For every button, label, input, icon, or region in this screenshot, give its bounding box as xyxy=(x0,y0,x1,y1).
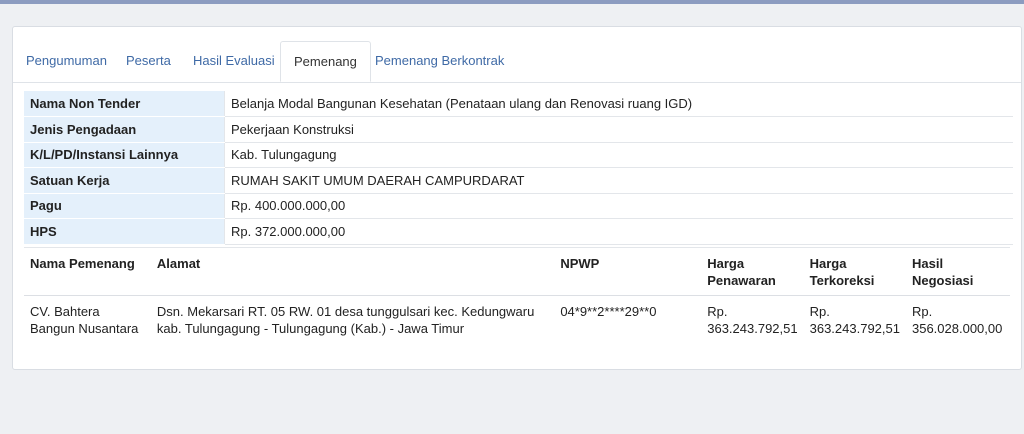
tab-peserta[interactable]: Peserta xyxy=(113,41,184,81)
cell-alamat: Dsn. Mekarsari RT. 05 RW. 01 desa tunggu… xyxy=(156,304,535,336)
info-row-instansi: K/L/PD/Instansi Lainnya Kab. Tulungagung xyxy=(24,142,1013,168)
info-label: K/L/PD/Instansi Lainnya xyxy=(24,142,225,168)
cell-nama-pemenang: CV. Bahtera Bangun Nusantara xyxy=(30,304,139,336)
info-label: Satuan Kerja xyxy=(24,167,225,194)
col-header-nama-pemenang: Nama Pemenang xyxy=(24,247,151,296)
content-panel: Pengumuman Peserta Hasil Evaluasi Pemena… xyxy=(12,26,1022,370)
winners-header-row: Nama Pemenang Alamat NPWP Harga Penawara… xyxy=(24,247,1010,296)
tab-pemenang-berkontrak[interactable]: Pemenang Berkontrak xyxy=(362,41,517,81)
info-row-jenis-pengadaan: Jenis Pengadaan Pekerjaan Konstruksi xyxy=(24,116,1013,143)
top-accent-bar xyxy=(0,0,1024,4)
info-value: Rp. 372.000.000,00 xyxy=(224,218,1013,245)
tab-bar: Pengumuman Peserta Hasil Evaluasi Pemena… xyxy=(13,41,1021,83)
info-row-pagu: Pagu Rp. 400.000.000,00 xyxy=(24,193,1013,219)
col-header-npwp: NPWP xyxy=(554,247,702,296)
info-row-satuan-kerja: Satuan Kerja RUMAH SAKIT UMUM DAERAH CAM… xyxy=(24,167,1013,194)
cell-hasil-negosiasi: Rp. 356.028.000,00 xyxy=(911,304,1003,336)
info-label: Jenis Pengadaan xyxy=(24,116,225,143)
info-value: Belanja Modal Bangunan Kesehatan (Penata… xyxy=(224,91,1013,117)
winners-table: Nama Pemenang Alamat NPWP Harga Penawara… xyxy=(24,247,1010,344)
cell-npwp: 04*9**2****29**0 xyxy=(560,304,657,319)
col-header-harga-terkoreksi: Harga Terkoreksi xyxy=(803,247,906,296)
cell-harga-penawaran: Rp. 363.243.792,51 xyxy=(707,304,798,336)
col-header-alamat: Alamat xyxy=(150,247,555,296)
table-row: CV. Bahtera Bangun Nusantara Dsn. Mekars… xyxy=(24,296,1010,345)
tab-pengumuman[interactable]: Pengumuman xyxy=(13,41,120,81)
info-value: Kab. Tulungagung xyxy=(224,142,1013,168)
cell-harga-terkoreksi: Rp. 363.243.792,51 xyxy=(809,304,900,336)
tab-pemenang[interactable]: Pemenang xyxy=(280,41,371,82)
info-value: Pekerjaan Konstruksi xyxy=(224,116,1013,143)
info-label: Pagu xyxy=(24,193,225,219)
info-label: HPS xyxy=(24,218,225,245)
info-label: Nama Non Tender xyxy=(24,91,225,117)
info-row-nama-non-tender: Nama Non Tender Belanja Modal Bangunan K… xyxy=(24,91,1013,117)
info-value: RUMAH SAKIT UMUM DAERAH CAMPURDARAT xyxy=(224,167,1013,194)
tender-info-table: Nama Non Tender Belanja Modal Bangunan K… xyxy=(24,91,1013,245)
col-header-hasil-negosiasi: Hasil Negosiasi xyxy=(905,247,1010,296)
tab-hasil-evaluasi[interactable]: Hasil Evaluasi xyxy=(180,41,288,81)
col-header-harga-penawaran: Harga Penawaran xyxy=(701,247,804,296)
info-value: Rp. 400.000.000,00 xyxy=(224,193,1013,219)
info-row-hps: HPS Rp. 372.000.000,00 xyxy=(24,218,1013,245)
